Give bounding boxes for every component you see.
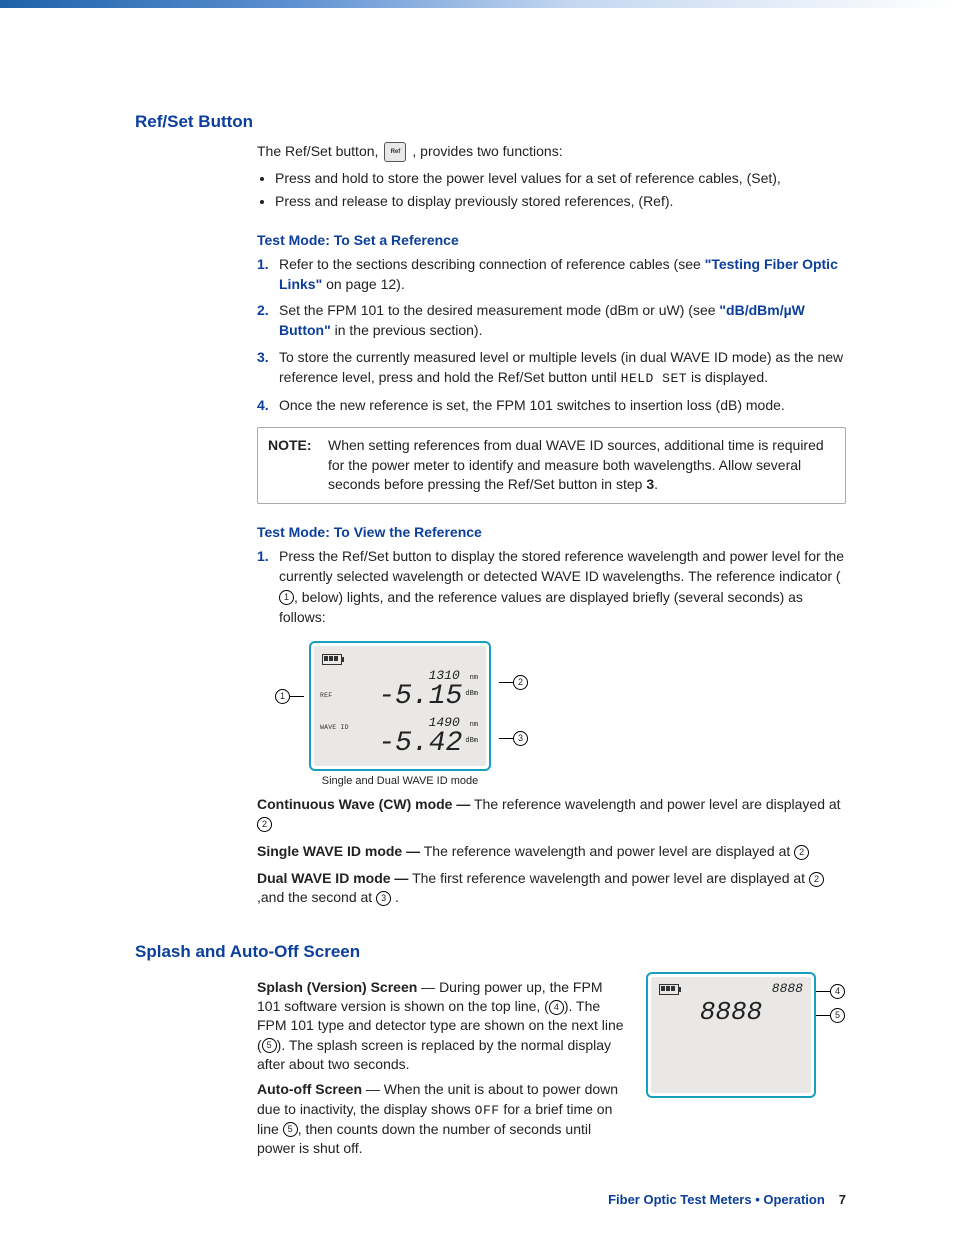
refset-intro: The Ref/Set button, Ref , provides two f…: [257, 142, 846, 162]
callout-5-icon: 5: [262, 1038, 277, 1053]
splash-version-line: 8888: [772, 981, 803, 996]
splash-type-line: 8888: [659, 999, 803, 1025]
note-box: NOTE: When setting references from dual …: [257, 427, 846, 504]
callout-4-icon: 4: [549, 1000, 564, 1015]
callout-1-icon: 1: [279, 590, 294, 605]
list-item: Press and hold to store the power level …: [275, 168, 846, 188]
page-footer: Fiber Optic Test Meters • Operation7: [608, 1192, 846, 1207]
heading-refset: Ref/Set Button: [135, 112, 846, 132]
heading-splash: Splash and Auto-Off Screen: [135, 942, 846, 962]
mode-single: Single WAVE ID mode — The reference wave…: [257, 842, 846, 861]
waveid-indicator: WAVE ID: [320, 724, 349, 731]
battery-icon: [659, 984, 679, 995]
to-set-list: 1.Refer to the sections describing conne…: [257, 254, 846, 416]
callout-2: 2: [499, 675, 528, 690]
ref-indicator: REF: [320, 692, 332, 699]
battery-icon: [322, 654, 342, 665]
lcd-caption: Single and Dual WAVE ID mode: [309, 775, 491, 787]
list-item: 2.Set the FPM 101 to the desired measure…: [257, 300, 846, 341]
list-item: Press and release to display previously …: [275, 191, 846, 211]
callout-4: 4: [816, 984, 845, 999]
callout-3-icon: 3: [376, 891, 391, 906]
list-item: 4.Once the new reference is set, the FPM…: [257, 395, 846, 415]
heading-to-view: Test Mode: To View the Reference: [257, 524, 846, 540]
callout-5-icon: 5: [283, 1122, 298, 1137]
callout-5: 5: [816, 1008, 845, 1023]
callout-2-icon: 2: [809, 872, 824, 887]
callout-1: 1: [275, 689, 304, 704]
callout-3: 3: [499, 731, 528, 746]
heading-to-set: Test Mode: To Set a Reference: [257, 232, 846, 248]
refset-bullets: Press and hold to store the power level …: [275, 168, 846, 212]
callout-2-icon: 2: [257, 817, 272, 832]
list-item: 1.Press the Ref/Set button to display th…: [257, 546, 846, 627]
autooff-text: Auto-off Screen — When the unit is about…: [257, 1080, 624, 1158]
lcd-display-2: 8888 8888: [646, 972, 816, 1098]
list-item: 3.To store the currently measured level …: [257, 347, 846, 389]
list-item: 1.Refer to the sections describing conne…: [257, 254, 846, 295]
note-label: NOTE:: [268, 436, 328, 495]
text: The Ref/Set button,: [257, 142, 378, 161]
header-gradient-bar: [0, 0, 954, 8]
splash-text: Splash (Version) Screen — During power u…: [257, 978, 624, 1075]
note-text: When setting references from dual WAVE I…: [328, 436, 835, 495]
ref-key-icon: Ref: [384, 142, 406, 162]
mode-cw: Continuous Wave (CW) mode — The referenc…: [257, 795, 846, 834]
callout-2-icon: 2: [794, 845, 809, 860]
text: , provides two functions:: [412, 142, 562, 161]
to-view-list: 1.Press the Ref/Set button to display th…: [257, 546, 846, 627]
mode-dual: Dual WAVE ID mode — The first reference …: [257, 869, 846, 908]
lcd-display-1: 1310 nm REF -5.15dBm 1490 nm WAVE ID -5.…: [309, 641, 491, 771]
